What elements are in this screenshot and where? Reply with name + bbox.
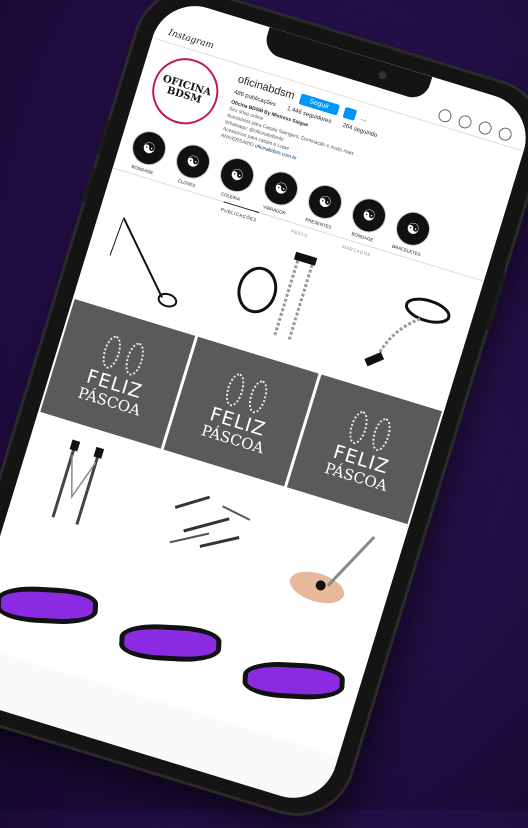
purple-collar-image — [118, 622, 223, 664]
triskelion-icon: ☯ — [215, 153, 259, 197]
home-icon[interactable] — [436, 107, 454, 124]
collar-leash-image — [364, 297, 451, 367]
purple-collar-image — [0, 584, 99, 626]
triskelion-icon: ☯ — [347, 194, 391, 237]
volume-up-button — [96, 119, 111, 156]
highlight-item[interactable]: ☯ BRACELETES — [389, 207, 435, 258]
highlight-item[interactable]: ☯ PRESENTES — [301, 180, 347, 231]
triskelion-icon: ☯ — [127, 126, 171, 170]
camera-dot — [377, 70, 388, 81]
highlight-item[interactable]: ☯ BONDAGE — [126, 126, 171, 177]
purple-collar-image — [241, 660, 346, 702]
triskelion-icon: ☯ — [259, 167, 303, 210]
tab-reels[interactable]: REELS — [290, 228, 308, 238]
hand-clamp-image — [289, 535, 376, 604]
direct-icon[interactable] — [456, 113, 474, 131]
whip-image — [109, 217, 178, 308]
phone-screen: Instagram OFICINA BDSM oficinabdsm Segui… — [0, 0, 528, 809]
profile-avatar[interactable]: OFICINA BDSM — [144, 50, 227, 133]
highlight-item[interactable]: ☯ VIBRADOR — [257, 167, 303, 217]
chain-leash-image — [237, 251, 318, 342]
suggestions-button[interactable] — [342, 106, 358, 121]
nipple-clamps-image — [51, 439, 105, 525]
triskelion-icon: ☯ — [303, 180, 347, 224]
heart-icon[interactable] — [497, 126, 514, 143]
highlight-label: CLOVES — [177, 178, 196, 189]
highlight-item[interactable]: ☯ BONDAGE — [345, 194, 391, 244]
volume-down-button — [81, 167, 96, 203]
more-options-button[interactable]: ... — [360, 113, 369, 124]
highlight-item[interactable]: ☯ CLOVES — [169, 140, 215, 190]
clips-pile-image — [169, 495, 251, 548]
power-button — [485, 272, 508, 331]
highlight-item[interactable]: ☯ COLEIRA — [213, 153, 259, 204]
compass-icon[interactable] — [477, 119, 494, 137]
triskelion-icon: ☯ — [171, 140, 215, 183]
triskelion-icon: ☯ — [391, 207, 435, 251]
phone-mockup: Instagram OFICINA BDSM oficinabdsm Segui… — [0, 0, 528, 827]
